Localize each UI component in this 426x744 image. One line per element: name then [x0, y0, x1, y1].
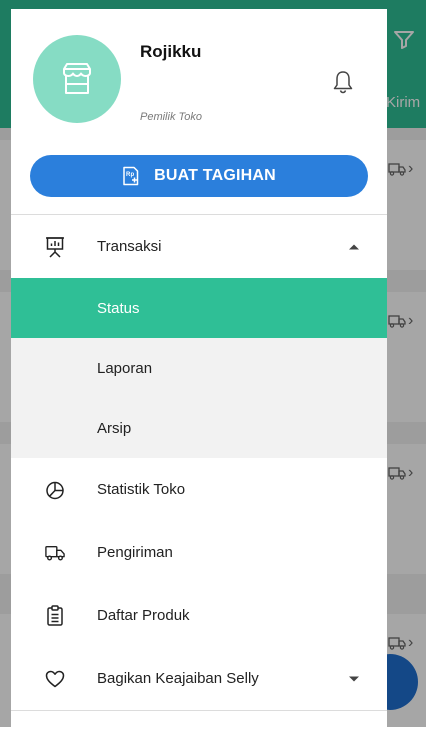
submenu-item-arsip[interactable]: Arsip — [11, 398, 387, 458]
create-bill-label: BUAT TAGIHAN — [154, 167, 276, 184]
avatar[interactable] — [33, 35, 121, 123]
menu-item-statistik-toko[interactable]: Statistik Toko — [11, 458, 387, 521]
bell-icon[interactable] — [331, 69, 355, 95]
transaksi-submenu: Status Laporan Arsip — [11, 278, 387, 458]
expand-caret-icon[interactable] — [349, 676, 359, 681]
svg-text:Rp: Rp — [126, 172, 135, 178]
collapse-caret-icon[interactable] — [349, 244, 359, 249]
profile-header: Rojikku Pemilik Toko Rp BUAT TAGIHAN — [11, 9, 387, 214]
submenu-item-label: Status — [97, 299, 140, 317]
menu-item-daftar-produk[interactable]: Daftar Produk — [11, 584, 387, 647]
clipboard-icon — [45, 604, 65, 627]
menu-item-label: Bagikan Keajaiban Selly — [97, 670, 259, 687]
menu-item-bagikan-keajaiban-selly[interactable]: Bagikan Keajaiban Selly — [11, 647, 387, 710]
menu-item-label: Daftar Produk — [97, 607, 190, 624]
pie-chart-icon — [45, 479, 65, 501]
submenu-item-label: Arsip — [97, 419, 132, 437]
presentation-chart-icon — [45, 236, 65, 258]
store-owner-role: Pemilik Toko — [140, 111, 202, 123]
divider — [11, 710, 387, 711]
store-owner-name: Rojikku — [140, 42, 202, 61]
submenu-item-laporan[interactable]: Laporan — [11, 338, 387, 398]
receipt-add-icon: Rp — [123, 166, 139, 186]
truck-icon — [45, 542, 65, 564]
navigation-drawer: Rojikku Pemilik Toko Rp BUAT TAGIHAN Tra… — [11, 9, 387, 727]
menu-item-label: Transaksi — [97, 238, 162, 255]
submenu-item-status[interactable]: Status — [11, 278, 387, 338]
menu-item-transaksi[interactable]: Transaksi — [11, 215, 387, 278]
menu-item-label: Statistik Toko — [97, 481, 186, 498]
menu-item-label: Pengiriman — [97, 544, 173, 561]
heart-icon — [45, 668, 65, 690]
store-icon — [63, 63, 91, 94]
submenu-item-label: Laporan — [97, 359, 153, 377]
create-bill-button[interactable]: Rp BUAT TAGIHAN — [30, 155, 368, 197]
menu-item-pengiriman[interactable]: Pengiriman — [11, 521, 387, 584]
